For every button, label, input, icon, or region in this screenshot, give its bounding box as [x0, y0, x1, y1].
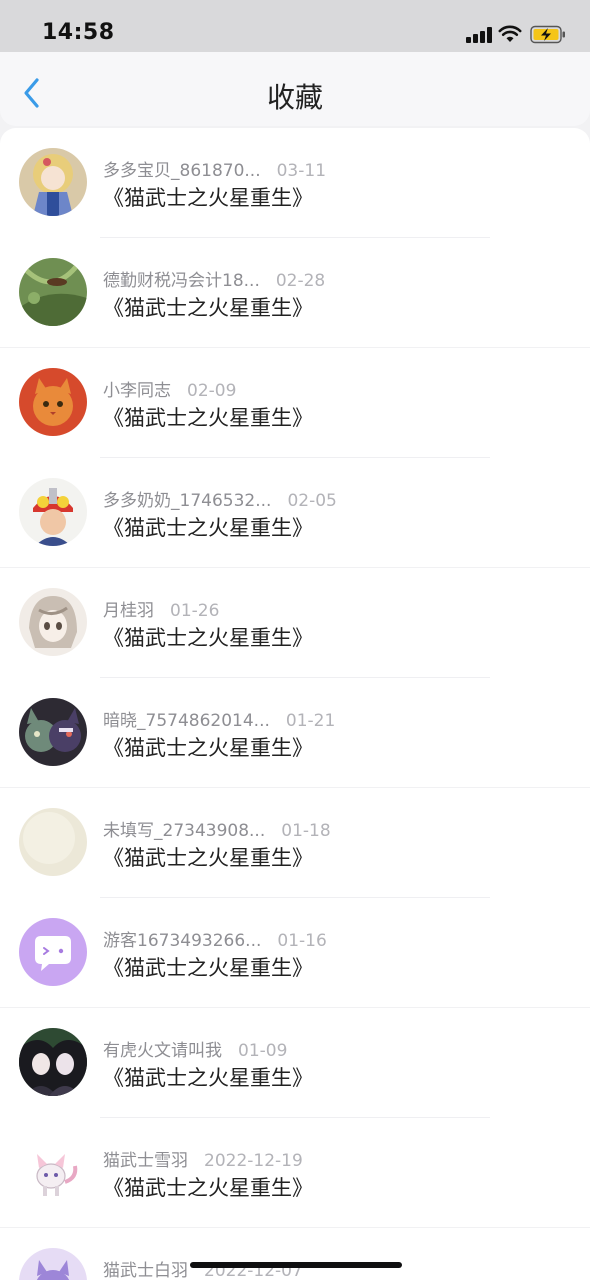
- item-title: 《猫武士之火星重生》: [103, 1066, 313, 1090]
- item-username: 猫武士雪羽: [103, 1151, 188, 1171]
- list-item[interactable]: 暗晓_7574862014... 01-21 《猫武士之火星重生》: [0, 678, 590, 788]
- item-date: 02-28: [275, 271, 326, 291]
- list-item[interactable]: 未填写_27343908... 01-18 《猫武士之火星重生》: [0, 788, 590, 898]
- list-item[interactable]: 德勤财税冯会计18... 02-28 《猫武士之火星重生》: [0, 238, 590, 348]
- wifi-icon: [498, 25, 522, 42]
- item-username: 多多奶奶_1746532...: [103, 491, 272, 511]
- item-title: 《猫武士之火星重生》: [103, 736, 313, 760]
- item-title: 《猫武士之火星重生》: [103, 296, 313, 320]
- item-username: 游客1673493266...: [103, 931, 262, 951]
- item-date: 02-09: [187, 381, 237, 401]
- item-meta: 未填写_27343908... 01-18: [103, 816, 331, 841]
- item-username: 未填写_27343908...: [103, 821, 266, 841]
- list-item[interactable]: 猫武士雪羽 2022-12-19 《猫武士之火星重生》: [0, 1118, 590, 1228]
- list-item[interactable]: 多多宝贝_861870... 03-11 《猫武士之火星重生》: [0, 128, 590, 238]
- anime-girl-blonde-avatar: [19, 148, 87, 216]
- battery-charging-icon: [530, 25, 565, 44]
- list-item[interactable]: 猫武士白羽 2022-12-07: [0, 1228, 590, 1280]
- item-title: 《猫武士之火星重生》: [103, 1176, 313, 1200]
- purple-chat-default-avatar: [19, 918, 87, 986]
- item-username: 德勤财税冯会计18...: [103, 271, 260, 291]
- item-meta: 小李同志 02-09: [103, 376, 236, 401]
- item-date: 01-21: [285, 711, 336, 731]
- list-item[interactable]: 小李同志 02-09 《猫武士之火星重生》: [0, 348, 590, 458]
- item-date: 01-16: [277, 931, 327, 951]
- item-date: 01-26: [170, 601, 220, 621]
- item-username: 小李同志: [103, 381, 171, 401]
- item-meta: 月桂羽 01-26: [103, 596, 219, 621]
- list-item[interactable]: 有虎火文请叫我 01-09 《猫武士之火星重生》: [0, 1008, 590, 1118]
- list-item[interactable]: 游客1673493266... 01-16 《猫武士之火星重生》: [0, 898, 590, 1008]
- ultraman-photo-avatar: [19, 478, 87, 546]
- item-meta: 德勤财税冯会计18... 02-28: [103, 266, 325, 291]
- item-date: 03-11: [276, 161, 327, 181]
- item-meta: 游客1673493266... 01-16: [103, 926, 327, 951]
- item-title: 《猫武士之火星重生》: [103, 626, 313, 650]
- item-username: 多多宝贝_861870...: [103, 161, 261, 181]
- item-username: 月桂羽: [103, 601, 154, 621]
- status-time: 14:58: [42, 20, 115, 45]
- cream-blank-avatar: [19, 808, 87, 876]
- item-date: 2022-12-19: [204, 1151, 303, 1171]
- list-item[interactable]: 多多奶奶_1746532... 02-05 《猫武士之火星重生》: [0, 458, 590, 568]
- item-date: 01-09: [238, 1041, 288, 1061]
- screen: 14:58 收藏 多多宝贝_861870... 03-11 《猫武士之火星重生》…: [0, 0, 590, 1280]
- item-meta: 多多奶奶_1746532... 02-05: [103, 486, 337, 511]
- item-meta: 猫武士雪羽 2022-12-19: [103, 1146, 303, 1171]
- purple-cat-avatar: [19, 1248, 87, 1280]
- nature-leaf-avatar: [19, 258, 87, 326]
- item-title: 《猫武士之火星重生》: [103, 846, 313, 870]
- dark-anime-pair-avatar: [19, 1028, 87, 1096]
- white-pink-cat-avatar: [19, 1138, 87, 1206]
- item-meta: 猫武士白羽 2022-12-07: [103, 1256, 303, 1280]
- home-indicator[interactable]: [190, 1262, 402, 1268]
- item-username: 有虎火文请叫我: [103, 1041, 222, 1061]
- item-meta: 暗晓_7574862014... 01-21: [103, 706, 335, 731]
- item-meta: 多多宝贝_861870... 03-11: [103, 156, 326, 181]
- two-cartoon-cats-avatar: [19, 698, 87, 766]
- navigation-bar: 收藏: [0, 52, 590, 126]
- page-title: 收藏: [266, 81, 323, 114]
- item-title: 《猫武士之火星重生》: [103, 186, 313, 210]
- item-title: 《猫武士之火星重生》: [103, 956, 313, 980]
- cellular-signal-icon: [466, 27, 494, 43]
- item-title: 《猫武士之火星重生》: [103, 406, 313, 430]
- item-date: 01-18: [281, 821, 331, 841]
- item-title: 《猫武士之火星重生》: [103, 516, 313, 540]
- status-bar: 14:58: [0, 0, 590, 52]
- item-username: 暗晓_7574862014...: [103, 711, 270, 731]
- favorites-list: 多多宝贝_861870... 03-11 《猫武士之火星重生》 德勤财税冯会计18…: [0, 128, 590, 1280]
- anime-sketch-girl-avatar: [19, 588, 87, 656]
- orange-cat-avatar: [19, 368, 87, 436]
- list-item[interactable]: 月桂羽 01-26 《猫武士之火星重生》: [0, 568, 590, 678]
- item-meta: 有虎火文请叫我 01-09: [103, 1036, 287, 1061]
- item-date: 02-05: [287, 491, 337, 511]
- item-username: 猫武士白羽: [103, 1261, 188, 1280]
